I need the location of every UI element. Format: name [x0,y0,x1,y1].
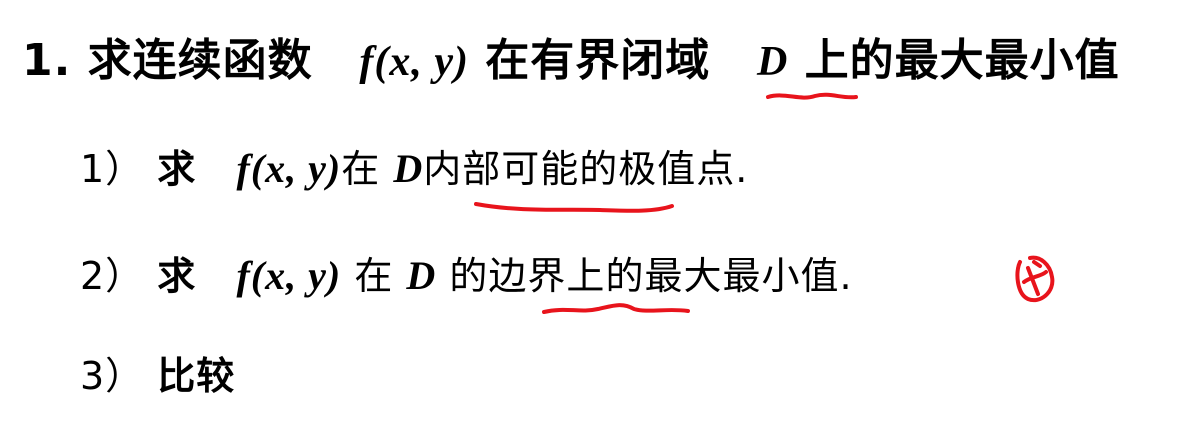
step-2-underline [542,303,690,314]
step-2-function-args: (x, y) [250,253,342,298]
step-2-verb: 求 [157,254,197,298]
step-1-number: 1） [80,147,145,191]
step-1-function-f: f [236,146,251,191]
step-2-pre: 的 [449,254,489,298]
step-2-function-f: f [236,253,251,298]
step-1-word-in: 在 [341,147,381,191]
title-function-f: f [359,39,375,85]
step-1-verb: 求 [157,147,197,191]
title-d-underline [766,92,858,100]
step-2-domain-d: D [406,253,437,298]
circled-mark-icon [1015,255,1055,303]
step-2-rest: 的最大最小值. [605,254,853,298]
step-1: 1） 求 f(x, y)在 D内部可能的极值点. [80,138,748,193]
title-middle: 在有界闭域 [485,35,711,86]
title-domain-d: D [756,39,789,85]
step-1-underlined-text: 内部可能 [423,147,580,191]
title-prefix: 求连续函数 [87,35,313,86]
page-title: 1. 求连续函数 f(x, y) 在有界闭域 D 上的最大最小值 [22,24,1120,88]
step-3-number: 3） [80,354,145,398]
step-2-underlined-text: 边界上 [488,254,606,298]
title-function-args: (x, y) [374,39,469,85]
step-3-text: 比较 [157,354,236,398]
step-2: 2） 求 f(x, y) 在 D 的边界上的最大最小值. [80,245,853,300]
step-1-domain-d: D [393,146,424,191]
step-3: 3） 比较 [80,345,235,400]
step-2-word-in: 在 [354,254,394,298]
step-1-underline [474,202,674,213]
step-1-function-args: (x, y) [250,146,342,191]
step-1-rest: 的极值点. [579,147,749,191]
step-2-number: 2） [80,254,145,298]
title-number: 1. [22,35,72,86]
title-suffix: 上的最大最小值 [804,35,1120,86]
